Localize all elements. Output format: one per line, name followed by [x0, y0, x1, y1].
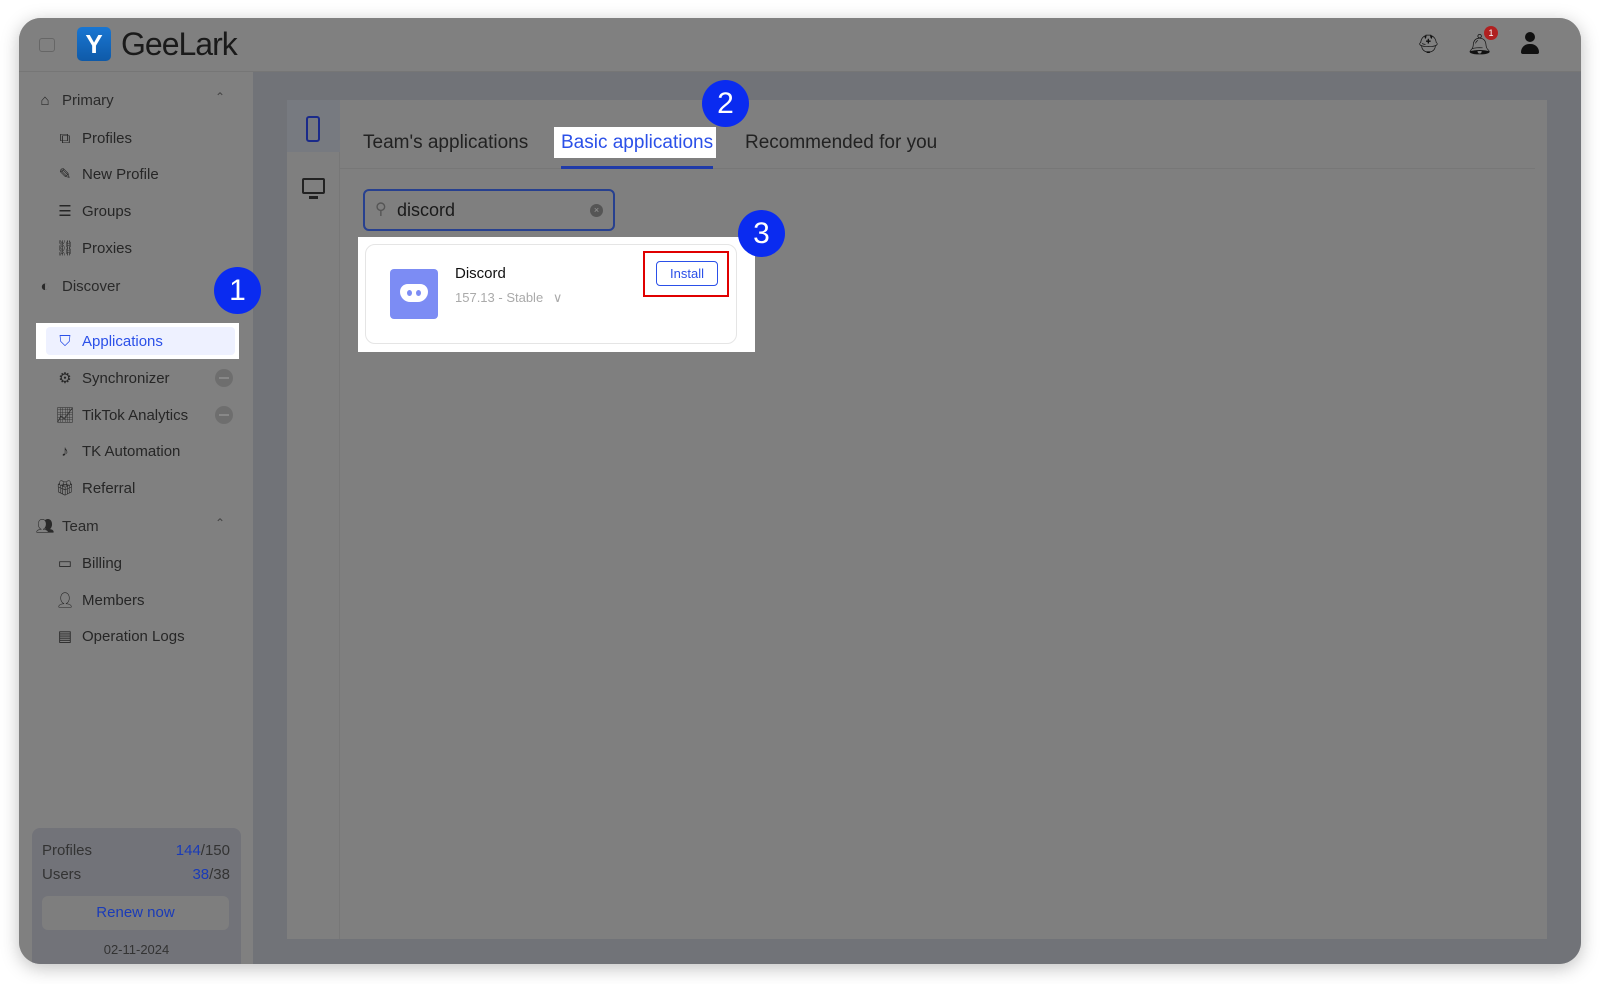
chevron-down-icon: ∨	[552, 290, 563, 305]
chevron-up-icon[interactable]: ⌃	[215, 90, 225, 104]
app-card: Discord 157.13 - Stable ∨ Install	[365, 244, 737, 344]
applications-icon: ⛉	[59, 332, 71, 350]
renew-now-button[interactable]: Renew now	[42, 896, 229, 930]
sidebar-item-synchronizer[interactable]: ⚙ Synchronizer	[57, 366, 169, 390]
active-tab-indicator	[561, 166, 713, 169]
gift-icon: 🎁︎	[55, 480, 75, 497]
platform-mobile-tab[interactable]	[287, 100, 340, 152]
chevron-up-icon[interactable]: ⌃	[215, 516, 225, 530]
step-badge-3: 3	[738, 210, 785, 257]
install-button[interactable]: Install	[656, 261, 718, 286]
sidebar-group-discover[interactable]: ◐ Discover	[37, 274, 120, 298]
discover-icon: ◐	[40, 277, 50, 295]
discord-logo-icon	[390, 269, 438, 319]
tabs-divider	[340, 168, 1535, 169]
locked-badge-icon	[215, 369, 233, 387]
edit-icon: ✎	[58, 166, 72, 183]
tab-basic-applications[interactable]: Basic applications	[561, 132, 713, 154]
sidebar-item-groups[interactable]: ☰ Groups	[57, 199, 131, 223]
search-value: discord	[397, 200, 456, 220]
version-select[interactable]: 157.13 - Stable ∨	[455, 290, 562, 306]
brand-name: GeeLark	[121, 26, 238, 62]
sidebar-item-applications[interactable]: ⛉ Applications	[57, 329, 163, 353]
locked-badge-icon	[215, 406, 233, 424]
users-quota-label: Users	[42, 866, 82, 883]
app-name: Discord	[455, 265, 506, 282]
quota-card: Profiles 144/150 Users 38/38 Renew now 0…	[32, 828, 241, 964]
tiktok-icon: ♪	[61, 442, 69, 460]
users-quota-value: 38/38	[192, 866, 230, 883]
app-window: Y GeeLark ⛑ 🔔︎ 1 ⌂ Primary ⌃ ⧉ Profiles ✎ N…	[19, 18, 1581, 964]
sidebar-item-operation-logs[interactable]: ▤ Operation Logs	[57, 624, 185, 648]
sidebar: ⌂ Primary ⌃ ⧉ Profiles ✎ New Profile ☰ Group…	[19, 72, 253, 964]
monitor-icon	[302, 178, 325, 194]
log-icon: ▤	[57, 628, 73, 645]
profiles-icon: ⧉	[59, 129, 71, 147]
sidebar-toggle-icon[interactable]	[39, 38, 55, 52]
geelark-logo-icon: Y	[77, 27, 111, 61]
tab-teams-applications[interactable]: Team's applications	[363, 132, 528, 154]
sidebar-item-proxies[interactable]: ⛓ Proxies	[55, 236, 132, 260]
applications-panel: Team's applications Basic applications R…	[287, 100, 1547, 939]
tab-recommended[interactable]: Recommended for you	[745, 132, 937, 154]
sidebar-item-tiktok-analytics[interactable]: 📈︎ TikTok Analytics	[55, 403, 188, 427]
support-icon[interactable]: ⛑	[1417, 34, 1440, 55]
list-icon: ☰	[58, 203, 72, 220]
renew-date: 02-11-2024	[103, 942, 170, 957]
profiles-quota-value: 144/150	[175, 842, 230, 859]
team-icon: 👥︎	[35, 518, 55, 535]
sidebar-group-team[interactable]: 👥︎ Team	[35, 514, 98, 538]
profiles-quota-label: Profiles	[42, 842, 93, 859]
step-badge-1: 1	[214, 267, 261, 314]
proxy-icon: ⛓	[55, 240, 75, 257]
sidebar-group-primary[interactable]: ⌂ Primary	[37, 88, 113, 112]
sync-icon: ⚙	[58, 370, 72, 387]
search-icon: ⚲	[375, 201, 387, 218]
step-badge-2: 2	[702, 80, 749, 127]
sidebar-item-tk-automation[interactable]: ♪ TK Automation	[57, 439, 180, 463]
platform-desktop-tab[interactable]	[287, 170, 340, 210]
phone-icon	[306, 116, 320, 142]
clear-icon[interactable]: ×	[590, 204, 603, 217]
search-input[interactable]: ⚲ discord ×	[363, 189, 615, 231]
notification-badge: 1	[1484, 26, 1498, 40]
wallet-icon: ▭	[57, 555, 73, 572]
sidebar-item-referral[interactable]: 🎁︎ Referral	[55, 476, 135, 500]
home-icon: ⌂	[40, 91, 50, 109]
sidebar-item-billing[interactable]: ▭ Billing	[57, 551, 122, 575]
avatar-icon[interactable]	[1519, 32, 1541, 56]
header: Y GeeLark ⛑ 🔔︎ 1	[19, 18, 1581, 72]
platform-column	[287, 100, 340, 939]
sidebar-item-profiles[interactable]: ⧉ Profiles	[57, 126, 132, 150]
sidebar-item-new-profile[interactable]: ✎ New Profile	[57, 162, 159, 186]
chart-icon: 📈︎	[55, 407, 75, 424]
sidebar-item-members[interactable]: 👤︎ Members	[55, 588, 144, 612]
highlight-app-card: Discord 157.13 - Stable ∨ Install	[358, 237, 755, 352]
member-icon: 👤︎	[55, 592, 75, 609]
main-content: Team's applications Basic applications R…	[253, 72, 1581, 964]
